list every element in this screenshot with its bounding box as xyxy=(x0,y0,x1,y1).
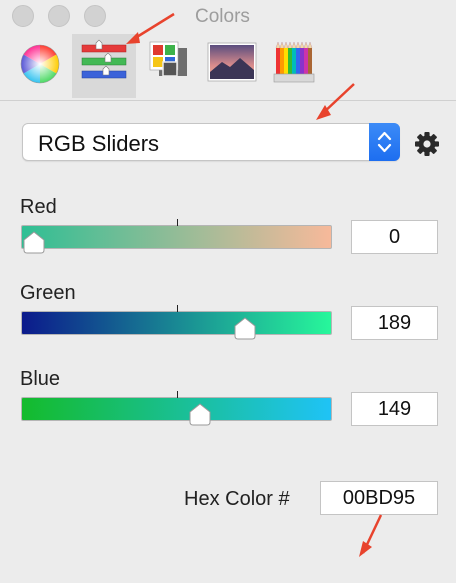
minimize-button[interactable] xyxy=(48,5,70,27)
hex-color-label: Hex Color # xyxy=(184,488,290,510)
slider-midpoint-tick xyxy=(177,391,178,398)
title-bar: Colors xyxy=(0,0,456,101)
tab-image-palettes[interactable] xyxy=(200,34,264,98)
annotation-arrow xyxy=(316,83,355,120)
blue-slider-thumb[interactable] xyxy=(188,402,212,426)
close-button[interactable] xyxy=(12,5,34,27)
red-slider-track[interactable] xyxy=(21,219,332,254)
color-wheel-icon xyxy=(20,44,60,84)
slider-label-red: Red xyxy=(20,196,57,218)
zoom-button[interactable] xyxy=(84,5,106,27)
slider-label-green: Green xyxy=(20,282,76,304)
gear-button[interactable] xyxy=(413,130,441,158)
green-value-field[interactable]: 189 xyxy=(351,306,438,340)
red-slider-thumb[interactable] xyxy=(22,230,46,254)
hex-color-field[interactable]: 00BD95 xyxy=(320,481,438,515)
green-slider-thumb[interactable] xyxy=(233,316,257,340)
chevron-updown-icon xyxy=(377,131,392,153)
color-mode-value: RGB Sliders xyxy=(38,131,160,156)
red-value-field[interactable]: 0 xyxy=(351,220,438,254)
tab-color-wheel[interactable] xyxy=(8,34,72,98)
gear-icon xyxy=(415,132,439,156)
blue-slider-track[interactable] xyxy=(21,391,332,426)
annotation-arrow xyxy=(359,514,383,557)
slider-label-blue: Blue xyxy=(20,368,61,390)
color-mode-select[interactable]: RGB Sliders xyxy=(22,123,400,161)
window-title: Colors xyxy=(195,6,250,27)
slider-midpoint-tick xyxy=(177,305,178,312)
blue-value-field[interactable]: 149 xyxy=(351,392,438,426)
green-slider-track[interactable] xyxy=(21,305,332,340)
popup-stepper[interactable] xyxy=(369,123,400,161)
annotation-arrow xyxy=(126,12,175,44)
slider-midpoint-tick xyxy=(177,219,178,226)
image-icon xyxy=(207,42,257,82)
